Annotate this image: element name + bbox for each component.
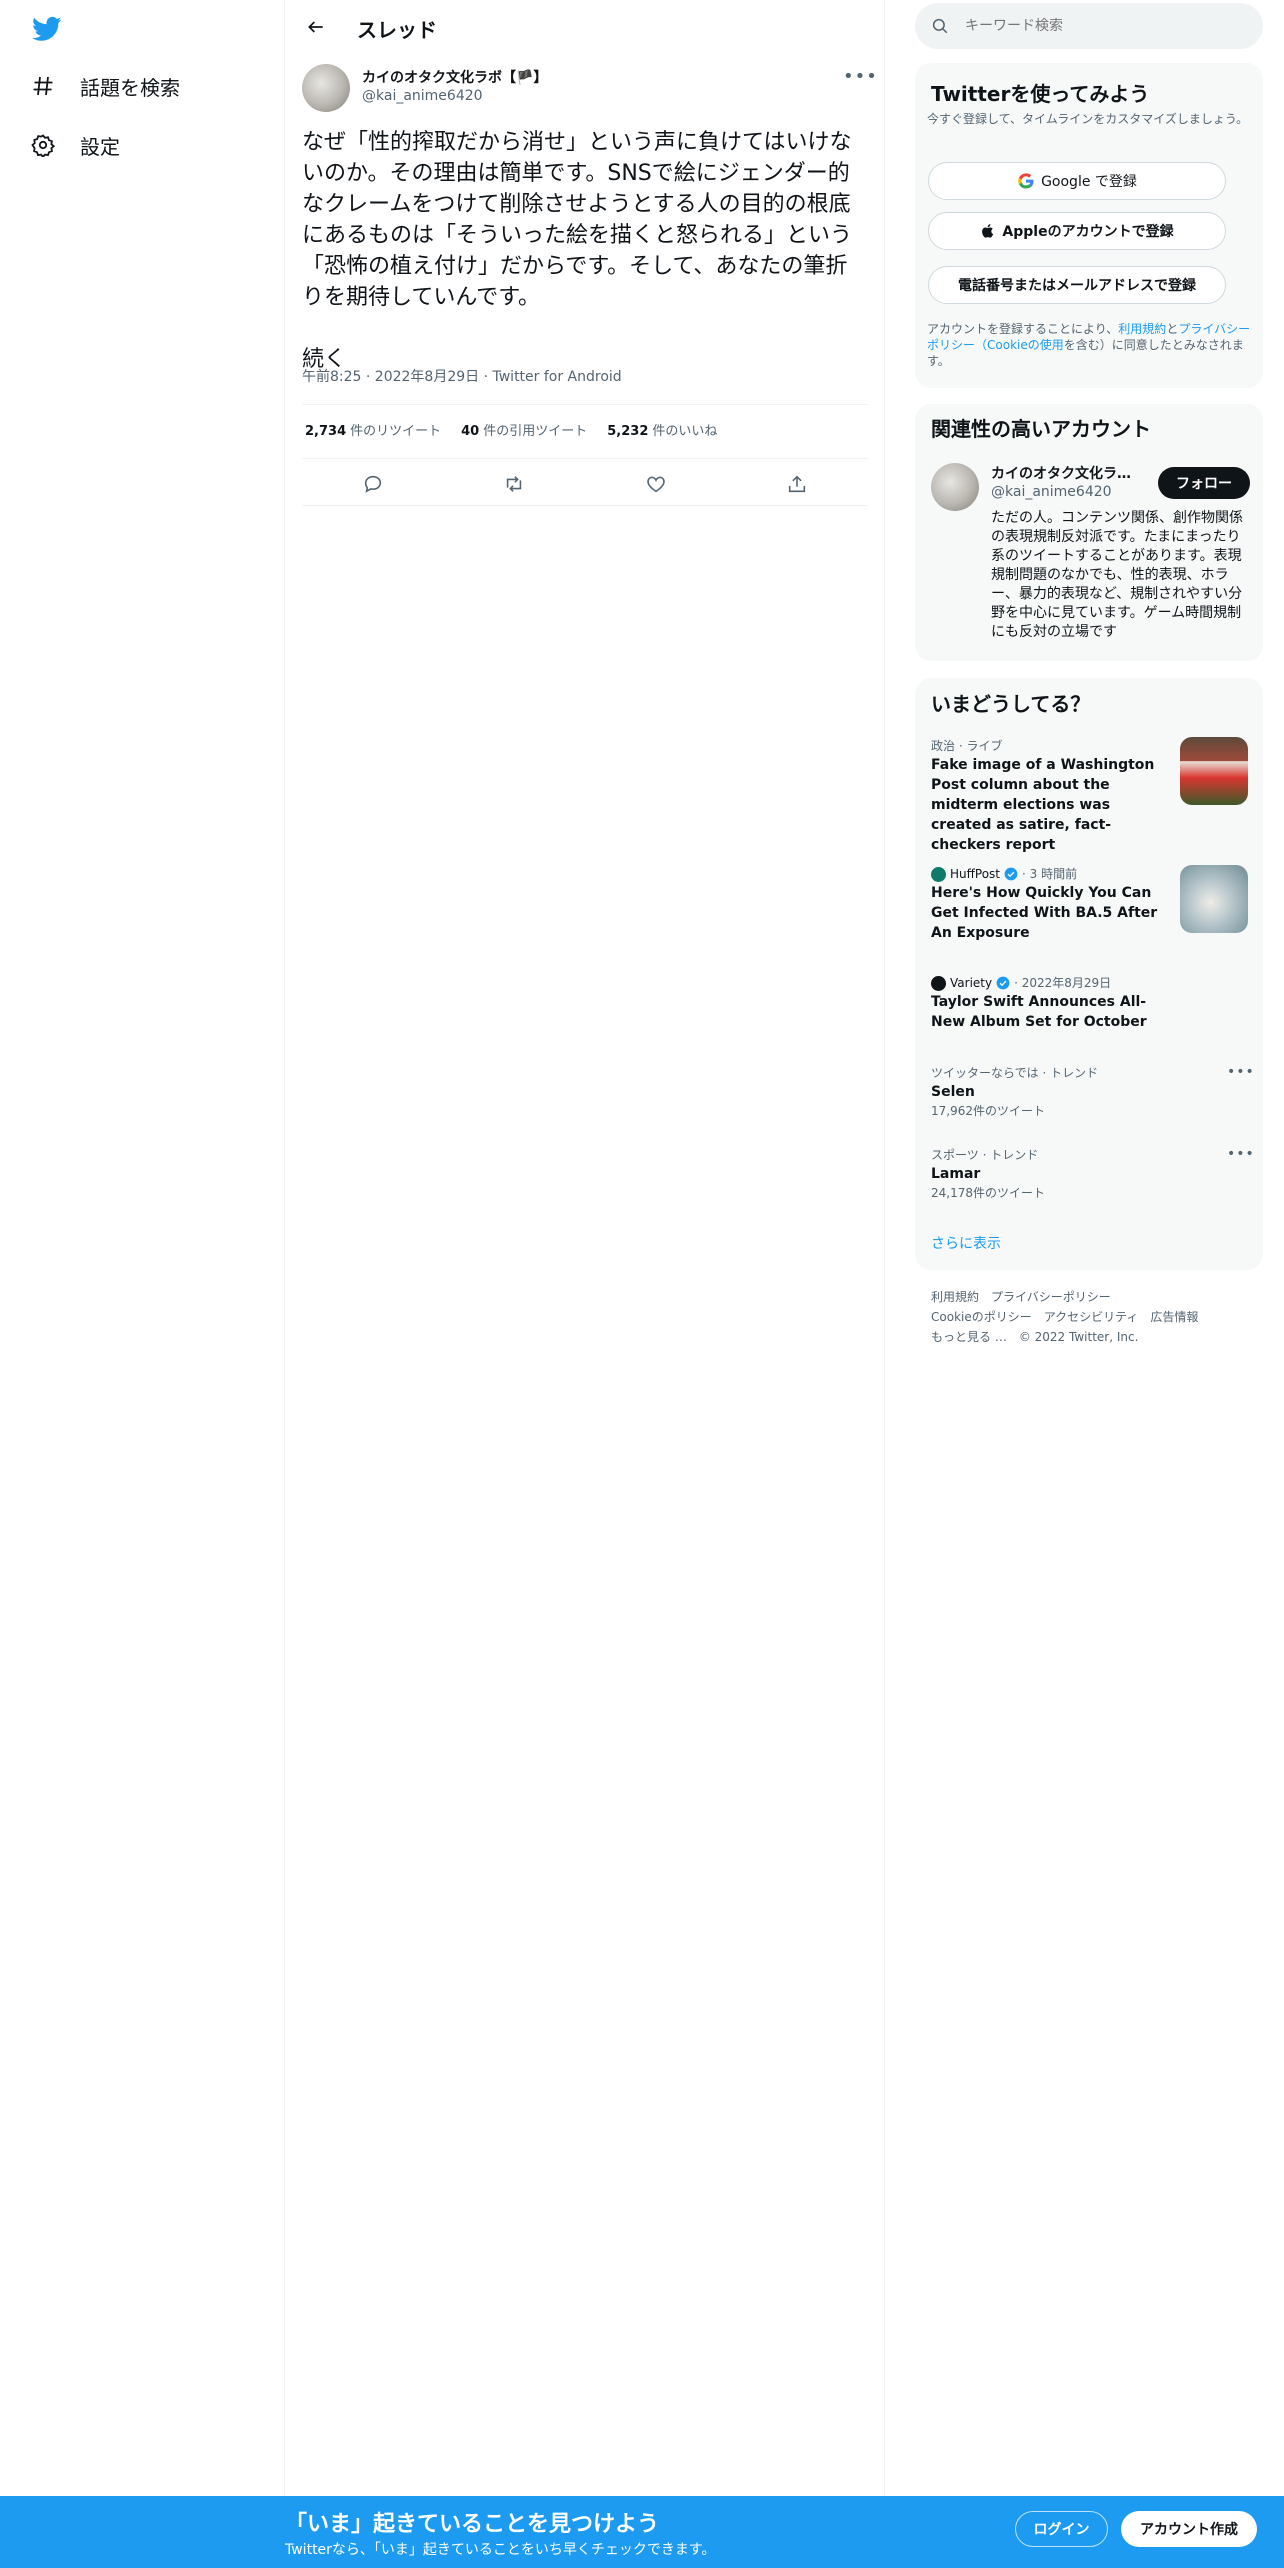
main-column: スレッド カイのオタク文化ラボ【🏴】 @kai_anime6420 ••• なぜ… <box>285 0 885 2568</box>
divider <box>302 458 868 459</box>
trend-image[interactable] <box>1180 865 1248 933</box>
signup-title: Twitterを使ってみよう <box>931 82 1150 106</box>
login-button[interactable]: ログイン <box>1015 2511 1108 2547</box>
like-heart-icon[interactable] <box>644 472 668 496</box>
footer-link[interactable]: 利用規約 <box>931 1290 979 1304</box>
footer-link[interactable]: プライバシーポリシー <box>991 1290 1111 1304</box>
related-account-name[interactable]: カイのオタク文化ラボ【🏴】 <box>991 463 1131 483</box>
author-handle[interactable]: @kai_anime6420 <box>362 88 483 104</box>
apple-icon <box>980 222 996 240</box>
share-icon[interactable] <box>785 472 809 496</box>
tweet-stats: 2,734 件のリツイート 40 件の引用ツイート 5,232 件のいいね <box>305 420 737 439</box>
signup-banner: 「いま」起きていることを見つけよう Twitterなら、「いま」起きていることを… <box>0 2496 1284 2568</box>
google-signup-button[interactable]: Google で登録 <box>928 162 1226 200</box>
search-bar[interactable] <box>915 3 1263 49</box>
tweet-timestamp[interactable]: 午前8:25 · 2022年8月29日 · Twitter for Androi… <box>302 366 622 386</box>
trend-item[interactable]: ツイッターならでは · トレンド Selen 17,962件のツイート <box>931 1064 1251 1120</box>
copyright: © 2022 Twitter, Inc. <box>1018 1330 1139 1344</box>
signup-card: Twitterを使ってみよう 今すぐ登録して、タイムラインをカスタマイズしましょ… <box>915 63 1263 388</box>
nav-item-settings[interactable]: 設定 <box>30 123 120 167</box>
huffpost-logo-icon <box>931 866 946 882</box>
avatar[interactable] <box>931 463 979 511</box>
divider <box>302 404 868 405</box>
follow-button[interactable]: フォロー <box>1158 467 1250 499</box>
trend-item[interactable]: スポーツ · トレンド Lamar 24,178件のツイート <box>931 1146 1251 1202</box>
verified-badge-icon <box>1004 867 1018 881</box>
verified-badge-icon <box>996 976 1010 990</box>
related-title: 関連性の高いアカウント <box>931 417 1151 441</box>
signup-subtitle: 今すぐ登録して、タイムラインをカスタマイズしましょう。 <box>927 112 1249 126</box>
hashtag-icon <box>30 73 56 99</box>
related-account-bio: ただの人。コンテンツ関係、創作物関係の表現規制反対派です。たまにまったり系のツイ… <box>991 510 1243 640</box>
retweet-stat[interactable]: 2,734 件のリツイート <box>305 420 441 439</box>
author-name[interactable]: カイのオタク文化ラボ【🏴】 <box>362 67 547 87</box>
banner-subtitle: Twitterなら、「いま」起きていることをいち早くチェックできます。 <box>285 2542 716 2558</box>
phone-email-signup-button[interactable]: 電話番号またはメールアドレスで登録 <box>928 266 1226 304</box>
banner-title: 「いま」起きていることを見つけよう <box>285 2512 660 2537</box>
tweet-text: なぜ「性的搾取だから消せ」という声に負けてはいけないのか。その理由は簡単です。S… <box>302 130 853 372</box>
avatar[interactable] <box>302 64 350 112</box>
google-icon <box>1017 172 1035 190</box>
back-arrow-icon[interactable] <box>299 10 333 44</box>
footer-link[interactable]: もっと見る … <box>931 1330 1007 1344</box>
more-options-icon[interactable]: ••• <box>1227 1064 1255 1080</box>
terms-link[interactable]: 利用規約 <box>1118 322 1166 336</box>
footer-links: 利用規約 プライバシーポリシー Cookieのポリシー アクセシビリティ 広告情報 も… <box>931 1287 1251 1347</box>
search-input[interactable] <box>965 11 1245 41</box>
trend-item[interactable]: Variety · 2022年8月29日 Taylor Swift Announ… <box>931 974 1251 1032</box>
nav-item-label: 設定 <box>80 134 120 159</box>
like-stat[interactable]: 5,232 件のいいね <box>607 420 717 439</box>
nav-item-explore[interactable]: 話題を検索 <box>30 64 180 108</box>
tweet-actions <box>302 465 868 503</box>
show-more-link[interactable]: さらに表示 <box>931 1233 1001 1253</box>
related-account-handle[interactable]: @kai_anime6420 <box>991 484 1112 500</box>
left-nav: 話題を検索 設定 <box>0 0 285 2568</box>
search-icon <box>931 17 949 35</box>
more-options-icon[interactable]: ••• <box>843 66 878 87</box>
nav-item-label: 話題を検索 <box>80 75 180 100</box>
reply-icon[interactable] <box>361 472 385 496</box>
divider <box>302 505 868 506</box>
variety-logo-icon <box>931 975 946 991</box>
footer-link[interactable]: Cookieのポリシー <box>931 1310 1032 1324</box>
create-account-button[interactable]: アカウント作成 <box>1121 2511 1257 2547</box>
twitter-bird-icon[interactable] <box>30 14 64 44</box>
quote-stat[interactable]: 40 件の引用ツイート <box>461 420 587 439</box>
terms-text: アカウントを登録することにより、利用規約とプライバシーポリシー（Cookieの使… <box>927 322 1251 368</box>
footer-link[interactable]: 広告情報 <box>1150 1310 1198 1324</box>
footer-link[interactable]: アクセシビリティ <box>1044 1310 1139 1324</box>
retweet-icon[interactable] <box>502 472 526 496</box>
thread-header: スレッド <box>285 0 885 54</box>
more-options-icon[interactable]: ••• <box>1227 1146 1255 1162</box>
trends-title: いまどうしてる？ <box>931 692 1091 716</box>
page-title: スレッド <box>357 18 437 42</box>
gear-icon <box>30 132 56 158</box>
trend-image[interactable] <box>1180 737 1248 805</box>
apple-signup-button[interactable]: Appleのアカウントで登録 <box>928 212 1226 250</box>
